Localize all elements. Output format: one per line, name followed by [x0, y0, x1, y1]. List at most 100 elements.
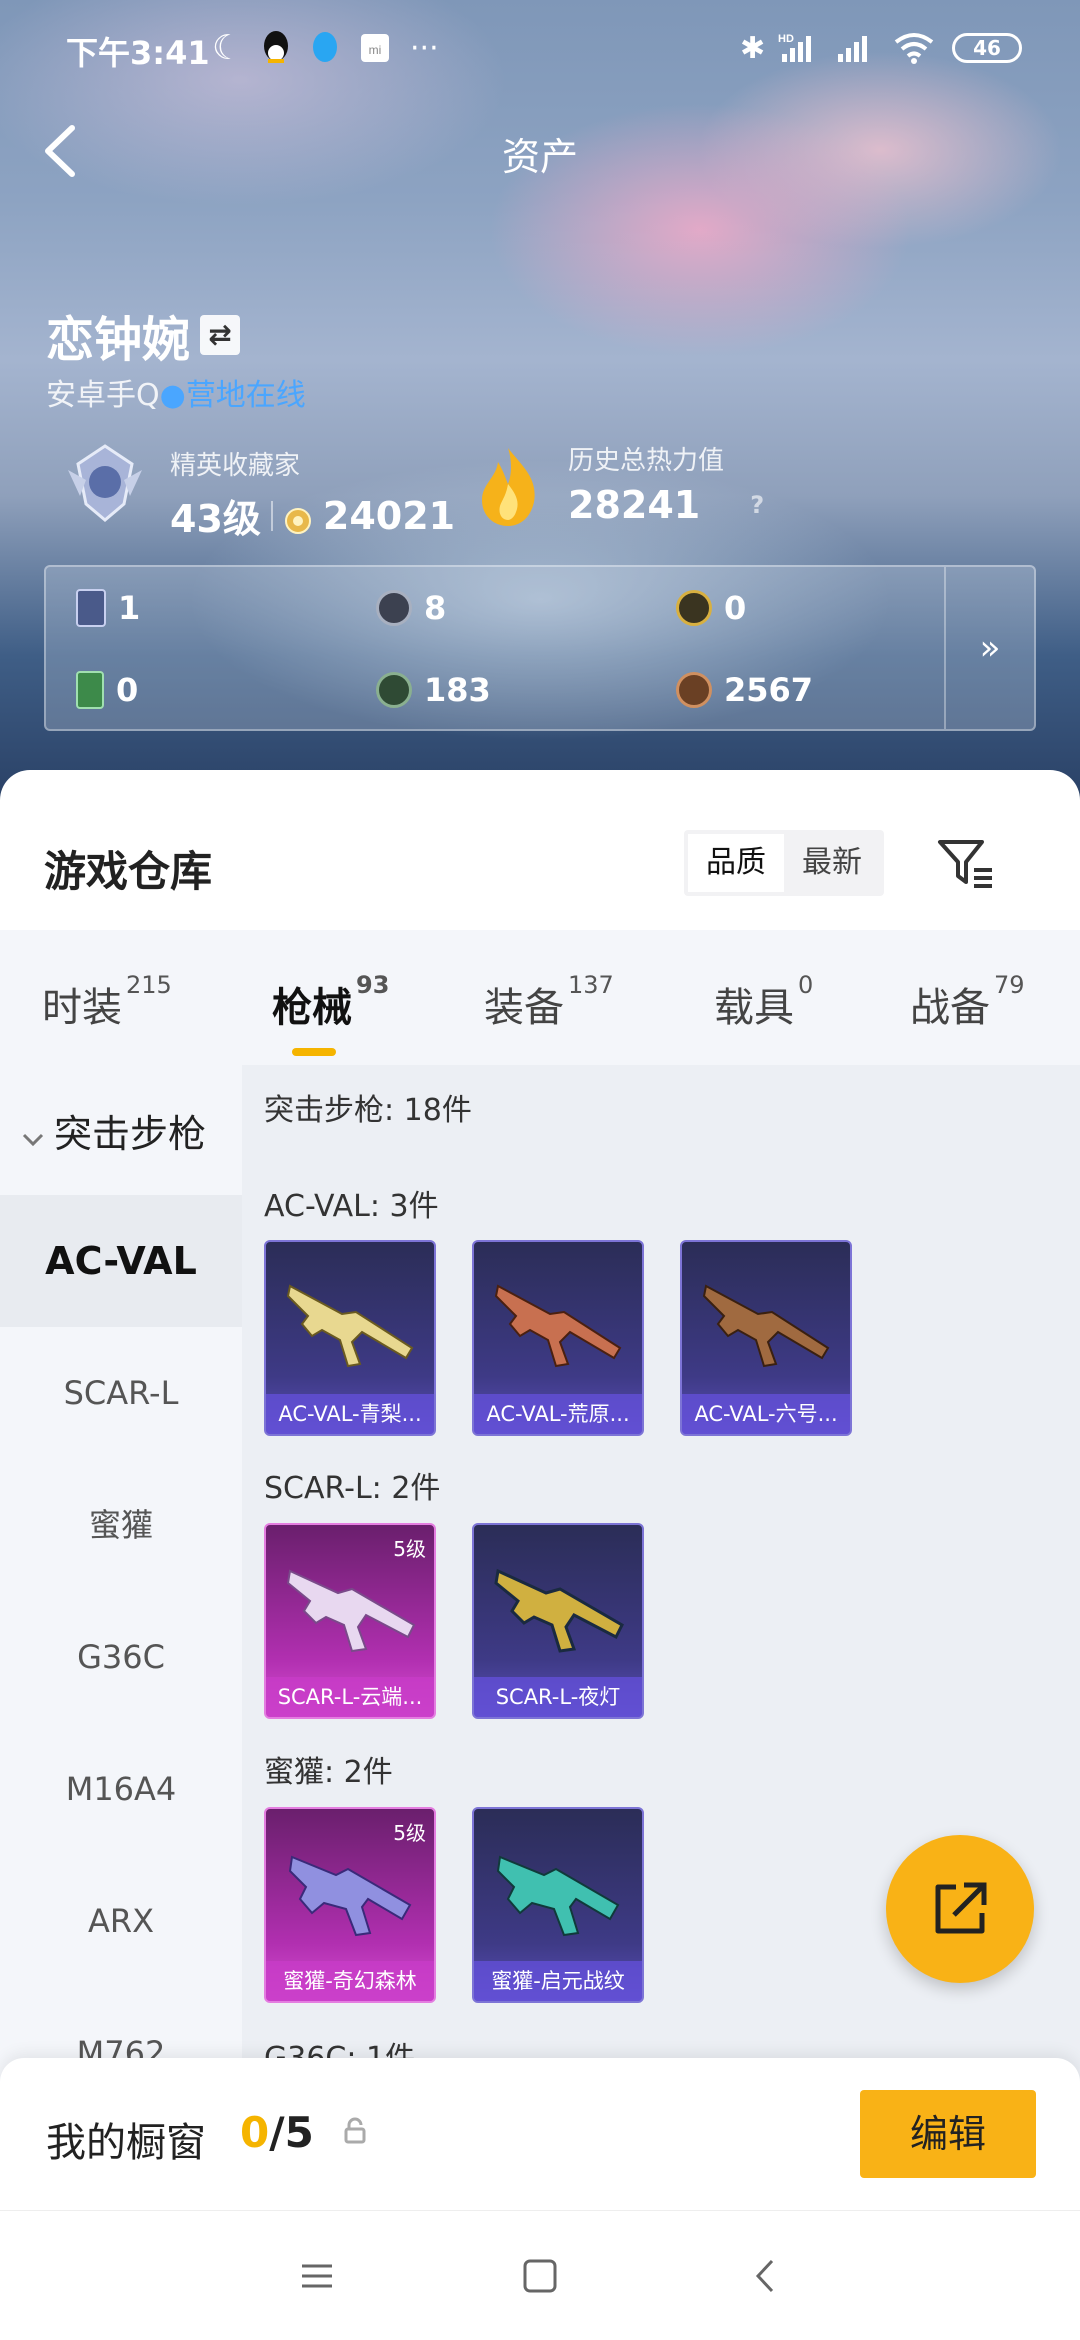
resource-value: 1 — [118, 589, 141, 627]
tab-supplies[interactable]: 战备 79 — [910, 971, 1025, 1033]
menu-icon[interactable] — [292, 2251, 342, 2301]
username-text: 恋钟婉 — [46, 312, 191, 368]
moon-icon: ☾ — [212, 28, 243, 68]
sidebar-item-m16a4[interactable]: M16A4 — [0, 1723, 242, 1855]
divider — [270, 500, 273, 531]
rifle-icon — [494, 1284, 622, 1368]
double-chevron-right-icon: » — [979, 628, 1001, 668]
mi-icon: mi — [358, 28, 392, 68]
wifi-icon — [892, 28, 936, 68]
group-title-scar-l: SCAR-L: 2件 — [264, 1471, 441, 1506]
heat-label: 历史总热力值 — [568, 446, 725, 476]
tab-firearms[interactable]: 枪械 93 — [272, 971, 389, 1033]
status-bar: 下午3:41 ☾ mi ··· ✱ HD 46 — [0, 0, 1080, 96]
tab-count: 79 — [994, 971, 1025, 999]
rifle-icon — [286, 1569, 416, 1653]
heat-stat: 历史总热力值 28241 ? — [568, 440, 764, 527]
weapon-card[interactable]: SCAR-L-夜灯 — [472, 1523, 644, 1719]
weapon-name: AC-VAL-青梨... — [266, 1394, 434, 1434]
sidebar-item-arx[interactable]: ARX — [0, 1855, 242, 1987]
rifle-icon — [496, 1855, 620, 1937]
resource-value: 2567 — [724, 671, 814, 709]
category-summary: 突击步枪: 18件 — [264, 1093, 472, 1128]
resource-item: 2567 — [676, 671, 813, 709]
expand-resources-button[interactable]: » — [944, 567, 1034, 729]
rifle-icon — [494, 1568, 624, 1653]
resources-panel: 1 8 0 0 183 2567 » — [44, 565, 1036, 731]
bluetooth-icon: ✱ — [740, 30, 766, 66]
showcase-title: 我的橱窗 — [46, 2120, 206, 2166]
rifle-icon — [702, 1284, 830, 1368]
sort-quality-button[interactable]: 品质 — [688, 834, 784, 892]
edit-button[interactable]: 编辑 — [860, 2090, 1036, 2178]
warehouse-title: 游戏仓库 — [44, 847, 213, 896]
system-navigation-bar — [0, 2210, 1080, 2340]
rifle-icon — [286, 1284, 414, 1368]
collection-points: 24021 — [322, 493, 456, 538]
weapon-name: 蜜獾-奇幻森林 — [266, 1961, 434, 2001]
more-notifications-icon: ··· — [410, 30, 439, 66]
signal-icon — [836, 28, 876, 68]
green-card-icon — [76, 671, 104, 709]
weapon-list: 突击步枪: 18件 AC-VAL: 3件 AC-VAL-青梨... AC-VAL… — [242, 1065, 1080, 2210]
tab-fashion[interactable]: 时装 215 — [42, 971, 172, 1033]
weapon-card[interactable]: 5级 SCAR-L-云端... — [264, 1523, 436, 1719]
showcase-bar: 我的橱窗 0/5 编辑 — [0, 2058, 1080, 2210]
tab-count: 137 — [568, 971, 614, 999]
online-status: ●营地在线 — [159, 378, 306, 413]
status-time: 下午3:41 — [66, 34, 210, 72]
group-title-ac-val: AC-VAL: 3件 — [264, 1189, 439, 1224]
tab-label: 枪械 — [272, 985, 352, 1031]
heat-values: 28241 ? — [568, 483, 764, 527]
showcase-total: /5 — [269, 2108, 314, 2157]
sort-latest-button[interactable]: 最新 — [784, 834, 880, 892]
rifle-icon — [288, 1855, 412, 1937]
sidebar-item-scar-l[interactable]: SCAR-L — [0, 1327, 242, 1459]
sidebar-item-honey-badger[interactable]: 蜜獾 — [0, 1459, 242, 1591]
tab-vehicles[interactable]: 载具 0 — [714, 971, 813, 1033]
sidebar-item-g36c[interactable]: G36C — [0, 1591, 242, 1723]
rank-level: 43级 — [170, 497, 261, 541]
weapon-name: AC-VAL-六号... — [682, 1394, 850, 1434]
category-tabs: 时装 215 枪械 93 装备 137 载具 0 战备 79 — [0, 930, 1080, 1065]
signal-hd-icon: HD — [776, 28, 822, 68]
navigation-bar: 资产 — [0, 96, 1080, 206]
rank-stat: 精英收藏家 43级 24021 — [170, 445, 455, 543]
home-icon[interactable] — [515, 2251, 565, 2301]
weapon-card[interactable]: 5级 蜜獾-奇幻森林 — [264, 1807, 436, 2003]
group-title-honey-badger: 蜜獾: 2件 — [264, 1755, 393, 1790]
warehouse-header: 游戏仓库 品质 最新 — [0, 770, 1080, 930]
resource-item: 0 — [76, 671, 138, 709]
help-icon[interactable]: ? — [750, 491, 764, 519]
sidebar-group-assault-rifles[interactable]: 突击步枪 — [0, 1065, 242, 1195]
tab-equipment[interactable]: 装备 137 — [484, 971, 614, 1033]
online-status-text: 营地在线 — [185, 378, 306, 413]
tab-label: 战备 — [910, 985, 990, 1031]
qq-alt-icon — [308, 28, 342, 68]
share-button[interactable] — [886, 1835, 1034, 1983]
tab-label: 载具 — [714, 985, 794, 1031]
weapon-name: SCAR-L-夜灯 — [474, 1677, 642, 1717]
weapon-card[interactable]: 蜜獾-启元战纹 — [472, 1807, 644, 2003]
switch-account-icon[interactable]: ⇄ — [200, 315, 241, 355]
tab-count: 215 — [126, 971, 172, 999]
heat-value: 28241 — [568, 483, 701, 527]
rank-values: 43级 24021 — [170, 488, 455, 543]
weapon-name: SCAR-L-云端... — [266, 1677, 434, 1717]
username: 恋钟婉 ⇄ — [46, 300, 241, 370]
battery-indicator: 46 — [952, 33, 1022, 63]
chevron-down-icon — [20, 1117, 46, 1147]
card-resource-icon — [76, 589, 106, 627]
resource-value: 183 — [424, 671, 491, 709]
weapon-card[interactable]: AC-VAL-六号... — [680, 1240, 852, 1436]
filter-icon[interactable] — [934, 832, 996, 894]
sidebar-item-ac-val[interactable]: AC-VAL — [0, 1195, 242, 1327]
weapon-card[interactable]: AC-VAL-荒原... — [472, 1240, 644, 1436]
gold-coin-icon — [676, 590, 712, 626]
showcase-count: 0/5 — [240, 2108, 314, 2157]
system-back-icon[interactable] — [742, 2251, 792, 2301]
resource-value: 0 — [724, 589, 747, 627]
rank-label: 精英收藏家 — [170, 451, 301, 481]
resource-value: 0 — [116, 671, 139, 709]
weapon-card[interactable]: AC-VAL-青梨... — [264, 1240, 436, 1436]
